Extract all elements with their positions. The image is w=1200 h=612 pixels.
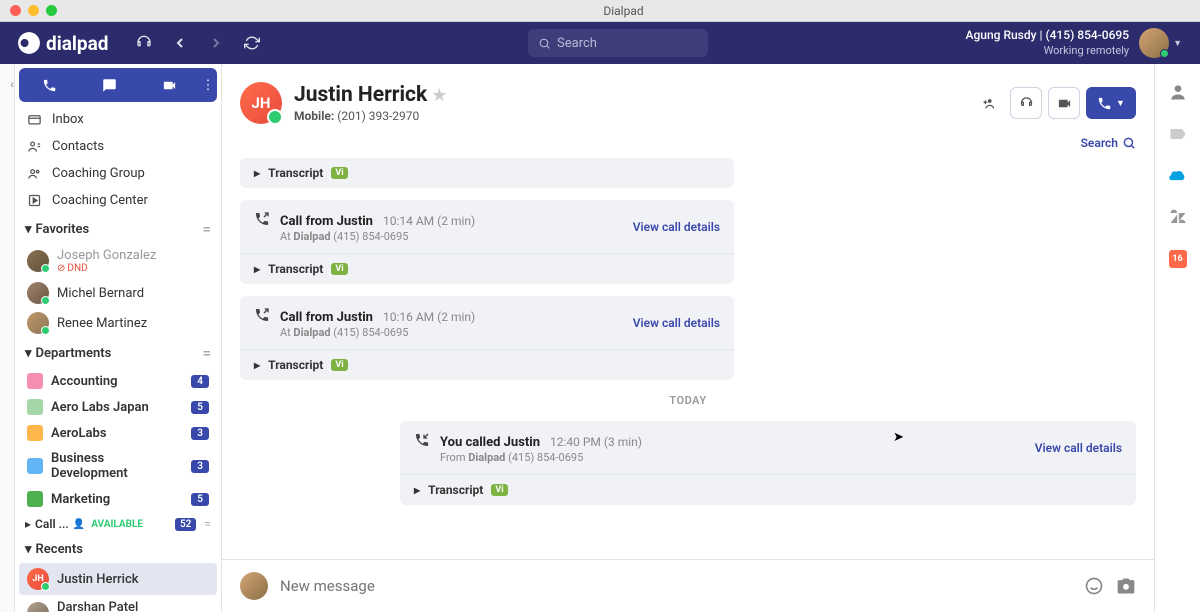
search-icon (1122, 136, 1136, 150)
call-card: Call from Justin 10:16 AM (2 min) At Dia… (240, 296, 734, 380)
nav-coaching-group[interactable]: Coaching Group (15, 160, 221, 187)
view-details-link[interactable]: View call details (633, 220, 720, 234)
department-item[interactable]: Marketing5 (15, 486, 221, 512)
department-item[interactable]: Business Development3 (15, 446, 221, 486)
departments-header[interactable]: ▾Departments= (15, 338, 221, 368)
avatar (27, 282, 49, 304)
contacts-icon (27, 139, 42, 154)
contact-name: Justin Herrick (294, 83, 427, 107)
vi-badge: Vi (491, 484, 507, 496)
logo-mark-icon (18, 32, 40, 54)
sidebar: ⋮ Inbox Contacts Coaching Group Coaching… (15, 64, 222, 612)
global-search[interactable]: Search (528, 29, 708, 57)
day-separator: TODAY (240, 394, 1136, 407)
close-window[interactable] (10, 5, 21, 16)
transcript-toggle[interactable]: ▶TranscriptVi (240, 253, 734, 284)
call-action[interactable]: ▼ (1086, 87, 1136, 119)
tag-icon[interactable] (1168, 124, 1188, 144)
message-input[interactable] (280, 577, 1072, 595)
call-card: ▶TranscriptVi (240, 158, 734, 188)
topbar: dialpad Search Agung Rusdy | (415) 854-0… (0, 22, 1200, 64)
group-icon (27, 166, 42, 181)
forward-button[interactable] (200, 27, 232, 59)
call-card: Call from Justin 10:14 AM (2 min) At Dia… (240, 200, 734, 284)
window-title: Dialpad (57, 4, 1190, 18)
refresh-button[interactable] (236, 27, 268, 59)
view-details-link[interactable]: View call details (633, 316, 720, 330)
brand-logo: dialpad (18, 32, 108, 55)
call-button[interactable] (19, 68, 79, 102)
salesforce-icon[interactable] (1168, 166, 1188, 186)
composer (222, 559, 1154, 612)
message-button[interactable] (79, 68, 139, 102)
favorite-item[interactable]: Michel Bernard (15, 278, 221, 308)
emoji-icon[interactable] (1084, 576, 1104, 596)
vi-badge: Vi (331, 167, 347, 179)
favorite-item[interactable]: Renee Martinez (15, 308, 221, 338)
search-placeholder: Search (557, 36, 597, 51)
vi-badge: Vi (331, 263, 347, 275)
call-queue-item[interactable]: ▸Call ...👤AVAILABLE52= (15, 512, 221, 536)
video-action[interactable] (1048, 87, 1080, 119)
contact-phone: Mobile: (201) 393-2970 (294, 109, 447, 123)
person-icon[interactable] (1168, 82, 1188, 102)
notification-badge[interactable]: 16 (1169, 250, 1187, 268)
composer-avatar (240, 572, 268, 600)
content: JH Justin Herrick★ Mobile: (201) 393-297… (222, 64, 1154, 612)
add-contact-icon[interactable] (972, 87, 1004, 119)
nav-inbox[interactable]: Inbox (15, 106, 221, 133)
nav-contacts[interactable]: Contacts (15, 133, 221, 160)
favorite-item[interactable]: Joseph Gonzalez⊘DND (15, 244, 221, 278)
brand-name: dialpad (46, 32, 108, 55)
rightbar: 16 (1154, 64, 1200, 612)
recents-header[interactable]: ▾Recents (15, 536, 221, 563)
call-card: You called Justin 12:40 PM (3 min) From … (400, 421, 1136, 505)
user-info[interactable]: Agung Rusdy | (415) 854-0695 Working rem… (966, 27, 1130, 58)
maximize-window[interactable] (46, 5, 57, 16)
avatar (27, 602, 49, 612)
more-button[interactable]: ⋮ (199, 68, 217, 102)
browser-strip: ‹ (0, 64, 15, 612)
user-menu-chevron[interactable]: ▼ (1173, 38, 1182, 49)
department-item[interactable]: Accounting4 (15, 368, 221, 394)
outgoing-call-icon (414, 432, 430, 448)
transcript-toggle[interactable]: ▶TranscriptVi (240, 349, 734, 380)
view-details-link[interactable]: View call details (1035, 441, 1122, 455)
search-icon (538, 37, 551, 50)
recent-item[interactable]: Darshan PatelWorking remotely (15, 595, 221, 612)
collapse-icon[interactable]: = (202, 344, 211, 362)
headset-icon[interactable] (128, 27, 160, 59)
video-button[interactable] (139, 68, 199, 102)
transcript-toggle[interactable]: ▶TranscriptVi (240, 158, 734, 188)
minimize-window[interactable] (28, 5, 39, 16)
collapse-icon[interactable]: = (202, 220, 211, 238)
favorites-header[interactable]: ▾Favorites= (15, 214, 221, 244)
contact-search[interactable]: Search (222, 132, 1154, 158)
camera-icon[interactable] (1116, 576, 1136, 596)
recent-item[interactable]: JHJustin Herrick (19, 563, 217, 595)
department-item[interactable]: AeroLabs3 (15, 420, 221, 446)
titlebar: Dialpad (0, 0, 1200, 22)
headset-action[interactable] (1010, 87, 1042, 119)
vi-badge: Vi (331, 359, 347, 371)
inbox-icon (27, 112, 42, 127)
center-icon (27, 193, 42, 208)
avatar: JH (27, 568, 49, 590)
nav-coaching-center[interactable]: Coaching Center (15, 187, 221, 214)
star-icon[interactable]: ★ (431, 85, 447, 106)
transcript-toggle[interactable]: ▶TranscriptVi (400, 474, 1136, 505)
department-item[interactable]: Aero Labs Japan5 (15, 394, 221, 420)
avatar (27, 312, 49, 334)
incoming-call-icon (254, 307, 270, 323)
incoming-call-icon (254, 211, 270, 227)
action-row: ⋮ (19, 68, 217, 102)
contact-avatar: JH (240, 82, 282, 124)
zendesk-icon[interactable] (1168, 208, 1188, 228)
back-button[interactable] (164, 27, 196, 59)
user-avatar[interactable] (1139, 28, 1169, 58)
avatar (27, 250, 49, 272)
